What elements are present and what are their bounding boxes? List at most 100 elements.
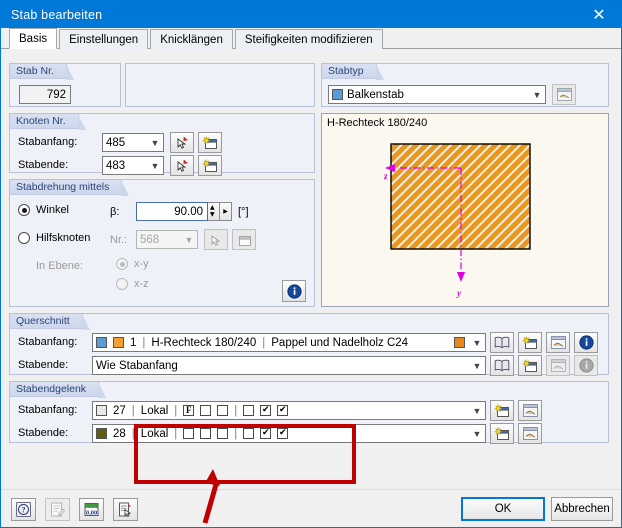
dialog-body: Stab Nr. 792 Stabtyp Balkenstab ▼ Knoten…	[1, 49, 621, 489]
select-list-icon[interactable]	[113, 498, 138, 521]
hilfsknoten-nr-value: 568	[140, 233, 160, 246]
pick-node-start-button[interactable]	[170, 132, 194, 153]
group-stabtyp-caption: Stabtyp	[322, 64, 384, 80]
group-knoten-nr-inner: Stabanfang: 485 ▼ Stabende: 483 ▼	[10, 130, 314, 176]
stabendgelenk-settings-end-button[interactable]	[518, 423, 542, 444]
querschnitt-stabanfang-value: 1 | H-Rechteck 180/240 | Pappel und Nade…	[96, 337, 454, 349]
beta-spinner[interactable]: ▲ ▼	[208, 202, 220, 221]
stabendgelenk-row0-cb2[interactable]	[200, 405, 212, 416]
chevron-down-icon: ▼	[150, 137, 160, 148]
radio-ebene-xy-label: x-y	[134, 258, 149, 270]
stab-nr-input[interactable]: 792	[19, 85, 71, 104]
stabendgelenk-row1-cb5[interactable]	[260, 428, 272, 439]
ok-button[interactable]: OK	[461, 497, 545, 521]
empty-panel	[125, 63, 315, 107]
radio-ebene-xz-label: x-z	[134, 278, 149, 290]
group-stabendgelenk: Stabendgelenk Stabanfang: 27 | Lokal | F…	[9, 381, 609, 444]
sep-d: |	[131, 427, 135, 440]
querschnitt-info-start-button[interactable]	[574, 332, 598, 353]
radio-ebene-xy: x-y	[116, 258, 149, 270]
stabendgelenk-stabanfang-combo[interactable]: 27 | Lokal | F | ▼	[92, 401, 486, 420]
stabtyp-combo-value-wrap: Balkenstab	[332, 89, 529, 101]
radio-winkel[interactable]: Winkel	[18, 204, 69, 216]
sep-c: |	[234, 404, 238, 417]
radio-winkel-label: Winkel	[36, 204, 70, 216]
sep-a: |	[131, 404, 135, 417]
pick-hilfsknoten-button	[204, 229, 228, 250]
cancel-button[interactable]: Abbrechen	[551, 497, 613, 521]
radio-hilfsknoten[interactable]: Hilfsknoten	[18, 232, 90, 244]
knoten-stabende-combo[interactable]: 483 ▼	[102, 156, 164, 175]
querschnitt-stabende-combo[interactable]: Wie Stabanfang ▼	[92, 356, 486, 375]
chevron-down-icon: ▼	[472, 405, 482, 416]
in-ebene-label: In Ebene:	[36, 260, 84, 272]
stabendgelenk-stabende-combo[interactable]: 28 | Lokal | | ▼	[92, 424, 486, 443]
stabendgelenk-row1-value: 28 | Lokal | |	[96, 428, 469, 440]
querschnitt-stabende-value: Wie Stabanfang	[96, 359, 178, 372]
hilfsknoten-nr-label: Nr.:	[110, 234, 128, 246]
footer-bar: ? 0,00 OK Abbrechen	[1, 489, 621, 527]
querschnitt-settings-start-button[interactable]	[546, 332, 570, 353]
sep-b: |	[174, 404, 178, 417]
group-querschnitt-inner: Stabanfang: 1 | H-Rechteck 180/240 | Pap…	[10, 330, 608, 376]
radio-ebene-xz: x-z	[116, 278, 149, 290]
tab-steifigkeiten-label: Steifigkeiten modifizieren	[244, 33, 373, 46]
stabendgelenk-row0-swatch	[96, 405, 107, 416]
group-stabdrehung: Stabdrehung mittels Winkel β: 90.00 ▲ ▼ …	[9, 179, 315, 307]
group-stabendgelenk-inner: Stabanfang: 27 | Lokal | F | ✔ ✔ ▼ Stabe…	[10, 398, 608, 444]
stabendgelenk-row0-cb4[interactable]	[243, 405, 255, 416]
tab-steifigkeiten[interactable]: Steifigkeiten modifizieren	[234, 29, 383, 49]
new-node-start-button[interactable]	[198, 132, 222, 153]
group-stabtyp-inner: Balkenstab ▼	[322, 80, 608, 106]
stabendgelenk-row1-cb2[interactable]	[200, 428, 212, 439]
querschnitt-new-start-button[interactable]	[518, 332, 542, 353]
querschnitt-library-start-button[interactable]	[490, 332, 514, 353]
stabtyp-color-chip	[332, 89, 343, 100]
new-node-end-button[interactable]	[198, 155, 222, 176]
group-querschnitt: Querschnitt Stabanfang: 1 | H-Rechteck 1…	[9, 313, 609, 376]
tab-knicklaengen[interactable]: Knicklängen	[150, 29, 233, 49]
units-icon[interactable]: 0,00	[79, 498, 104, 521]
stabtyp-combo-value: Balkenstab	[347, 88, 404, 101]
stabendgelenk-new-start-button[interactable]	[490, 400, 514, 421]
radio-ebene-xz-dot	[116, 278, 128, 290]
sep-e: |	[174, 427, 178, 440]
chevron-down-icon: ▼	[472, 360, 482, 371]
info-button-stabdrehung[interactable]	[282, 280, 306, 302]
tab-basis[interactable]: Basis	[9, 28, 58, 49]
stabendgelenk-row0-cb5[interactable]	[260, 405, 272, 416]
knoten-stabanfang-combo[interactable]: 485 ▼	[102, 133, 164, 152]
stabendgelenk-row0-cb6[interactable]	[277, 405, 289, 416]
knoten-stabanfang-value: 485	[106, 136, 126, 149]
new-hilfsknoten-button	[232, 229, 256, 250]
tab-einstellungen[interactable]: Einstellungen	[59, 29, 149, 49]
stabendgelenk-row1-cb1[interactable]	[183, 428, 195, 439]
stabendgelenk-new-end-button[interactable]	[490, 423, 514, 444]
beta-more-button[interactable]: ▶	[220, 202, 232, 221]
spinner-down-icon[interactable]: ▼	[210, 212, 215, 218]
querschnitt-color-chip-2	[113, 337, 124, 348]
beta-input[interactable]: 90.00	[136, 202, 208, 221]
pick-node-end-button[interactable]	[170, 155, 194, 176]
help-icon[interactable]: ?	[11, 498, 36, 521]
stabendgelenk-settings-start-button[interactable]	[518, 400, 542, 421]
tab-knicklaengen-label: Knicklängen	[160, 33, 223, 46]
stabendgelenk-row1-cb3[interactable]	[217, 428, 229, 439]
querschnitt-new-end-button[interactable]	[518, 355, 542, 376]
stabendgelenk-row1-swatch	[96, 428, 107, 439]
cross-section-drawing: z y	[383, 143, 531, 298]
knoten-stabende-value: 483	[106, 159, 126, 172]
stabendgelenk-row1-cb4[interactable]	[243, 428, 255, 439]
sep-f: |	[234, 427, 238, 440]
svg-text:0,00: 0,00	[86, 510, 97, 517]
group-stab-nr-inner: 792	[10, 80, 120, 106]
stabendgelenk-row0-cb3[interactable]	[217, 405, 229, 416]
stabendgelenk-row1-cb6[interactable]	[277, 428, 289, 439]
stabtyp-combo[interactable]: Balkenstab ▼	[328, 85, 546, 104]
querschnitt-settings-end-button	[546, 355, 570, 376]
querschnitt-library-end-button[interactable]	[490, 355, 514, 376]
close-icon[interactable]: ✕	[577, 1, 621, 28]
stabendgelenk-row0-cb1[interactable]: F	[183, 405, 195, 416]
querschnitt-stabanfang-combo[interactable]: 1 | H-Rechteck 180/240 | Pappel und Nade…	[92, 333, 486, 352]
stabendgelenk-row1-system: Lokal	[140, 427, 169, 440]
